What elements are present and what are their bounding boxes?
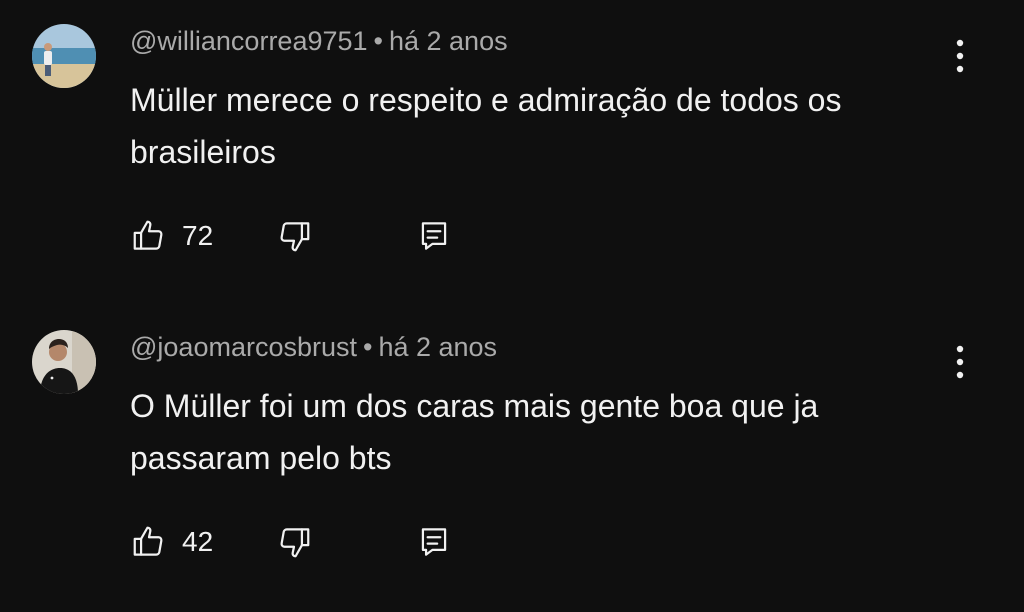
like-count: 42	[182, 526, 214, 557]
comment-menu-button[interactable]	[940, 34, 980, 78]
reply-button[interactable]	[415, 214, 453, 258]
meta-separator: •	[373, 26, 383, 56]
more-vert-icon	[956, 39, 964, 73]
thumbs-down-icon	[280, 528, 310, 558]
thumbs-down-icon	[280, 222, 310, 252]
comment-time: há 2 anos	[388, 26, 508, 56]
reply-icon	[421, 528, 447, 556]
comment-menu-button[interactable]	[940, 340, 980, 384]
comment-text: Müller merece o respeito e admiração de …	[130, 82, 842, 170]
comment-item: @williancorrea9751 • há 2 anos Müller mere…	[0, 0, 1024, 300]
dislike-button[interactable]	[275, 214, 313, 258]
comment-meta: @williancorrea9751 • há 2 anos	[130, 26, 508, 57]
like-button[interactable]: 72	[130, 214, 213, 258]
like-button[interactable]: 42	[130, 520, 213, 564]
comment-time: há 2 anos	[378, 332, 498, 362]
comment-item: @joaomarcosbrust • há 2 anos O Müller foi …	[0, 306, 1024, 606]
meta-separator: •	[363, 332, 373, 362]
avatar[interactable]	[32, 330, 96, 394]
dislike-button[interactable]	[275, 520, 313, 564]
more-vert-icon	[956, 345, 964, 379]
comment-actions: 72	[130, 214, 530, 258]
like-count: 72	[182, 220, 214, 251]
reply-icon	[421, 222, 447, 250]
comment-text: O Müller foi um dos caras mais gente boa…	[130, 388, 819, 476]
avatar[interactable]	[32, 24, 96, 88]
author-name[interactable]: @williancorrea9751	[130, 26, 368, 56]
thumbs-up-icon	[133, 220, 163, 250]
reply-button[interactable]	[415, 520, 453, 564]
comment-actions: 42	[130, 520, 530, 564]
comment-meta: @joaomarcosbrust • há 2 anos	[130, 332, 497, 363]
author-name[interactable]: @joaomarcosbrust	[130, 332, 357, 362]
thumbs-up-icon	[133, 526, 163, 556]
